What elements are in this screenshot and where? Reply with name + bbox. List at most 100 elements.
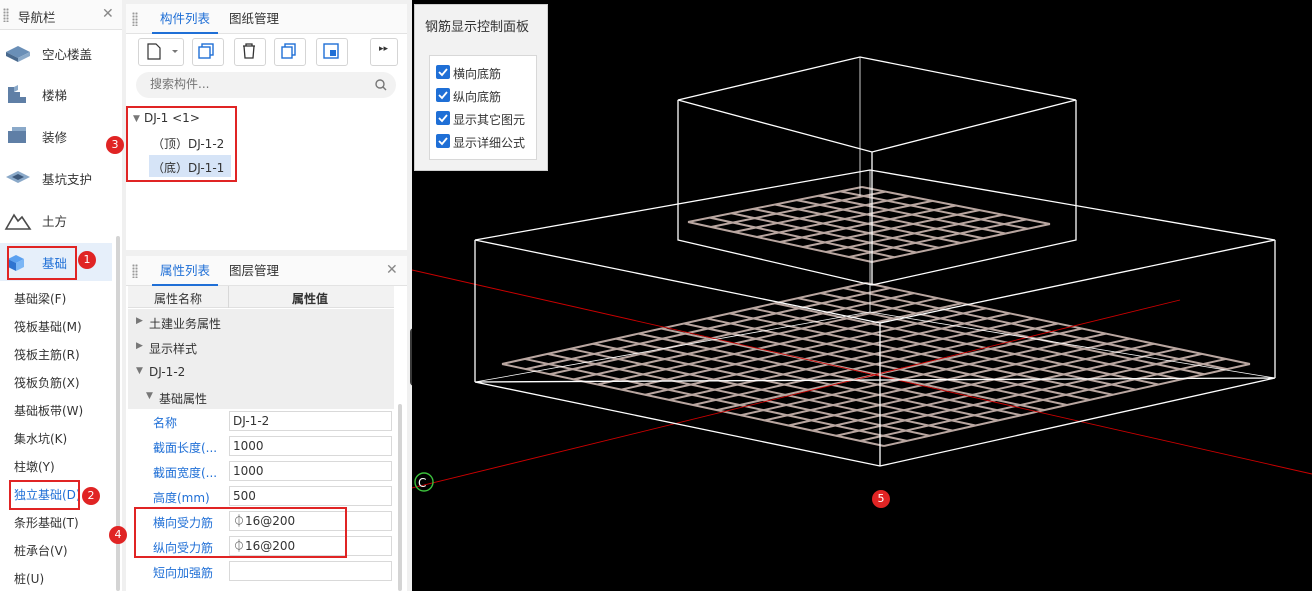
nav-item-label: 楼梯 [42, 88, 68, 103]
group-display-style[interactable]: ▶ 显示样式 [128, 334, 394, 359]
copy-floor-button[interactable] [274, 38, 306, 66]
rebar-bar [788, 342, 1155, 427]
property-name: 截面长度(... [153, 441, 218, 455]
rebar-bar [716, 327, 1083, 412]
rebar-panel-title: 钢筋显示控制面板 [425, 20, 530, 35]
hollow-slab-icon [6, 46, 30, 62]
new-component-button[interactable] [138, 38, 184, 66]
sub-item-foundation-beam[interactable]: 基础梁(F) [14, 290, 66, 307]
property-value-input[interactable]: 500 [229, 486, 392, 506]
column-header-name: 属性名称 [154, 292, 203, 306]
check-icon [438, 68, 448, 77]
chevron-down-icon: ▼ [136, 366, 143, 376]
tab-layer-management[interactable]: 图层管理 [221, 256, 287, 286]
sub-item-strip-foundation[interactable]: 条形基础(T) [14, 514, 79, 531]
copy-icon [198, 43, 214, 59]
group-civil-properties[interactable]: ▶ 土建业务属性 [128, 309, 394, 334]
group-label: 显示样式 [149, 342, 198, 356]
option-label: 横向底筋 [453, 67, 502, 81]
rebar-bar [692, 322, 1059, 406]
checkbox-show-other-elements[interactable] [436, 111, 450, 125]
sub-item-pile[interactable]: 桩(U) [14, 570, 44, 587]
nav-item-stairs[interactable]: 楼梯 [0, 75, 112, 113]
tab-drawing-management[interactable]: 图纸管理 [221, 4, 287, 34]
nav-item-label: 空心楼盖 [42, 47, 93, 62]
property-scrollbar[interactable] [398, 404, 402, 591]
rebar-bar [740, 332, 1107, 417]
table-row: 短向加强筋 [128, 559, 394, 584]
badge-2: 2 [82, 487, 100, 505]
sub-item-raft-main-rebar[interactable]: 筏板主筋(R) [14, 346, 80, 363]
check-icon [438, 114, 448, 123]
close-icon[interactable]: ✕ [102, 6, 114, 22]
option-label: 显示详细公式 [453, 136, 526, 150]
delete-button[interactable] [234, 38, 266, 66]
search-icon[interactable] [374, 78, 388, 92]
sub-item-raft-foundation[interactable]: 筏板基础(M) [14, 318, 82, 335]
property-name: 短向加强筋 [153, 566, 214, 580]
highlight-foundation [7, 246, 77, 280]
top-rebar-mesh [687, 186, 1051, 263]
nav-item-pit-support[interactable]: 基坑支护 [0, 159, 112, 197]
bottom-rebar-mesh [501, 282, 1251, 447]
nav-item-earthwork[interactable]: 土方 [0, 201, 112, 239]
extract-button[interactable] [316, 38, 348, 66]
sub-item-pile-cap[interactable]: 桩承台(V) [14, 542, 68, 559]
option-label: 显示其它图元 [453, 113, 526, 127]
new-file-icon [147, 43, 178, 60]
nav-item-decoration[interactable]: 装修 [0, 117, 112, 155]
copy-button[interactable] [192, 38, 224, 66]
rebar-bar [820, 292, 1205, 376]
badge-5: 5 [872, 490, 890, 508]
property-value-input[interactable]: DJ-1-2 [229, 411, 392, 431]
rebar-bar [836, 352, 1203, 437]
sub-item-foundation-strip[interactable]: 基础板带(W) [14, 402, 83, 419]
table-row: 名称 DJ-1-2 [128, 409, 394, 434]
nav-item-label: 土方 [42, 214, 68, 229]
drag-handle-icon[interactable] [3, 8, 9, 22]
highlight-rebar-properties [134, 507, 347, 558]
drag-handle-icon[interactable] [132, 12, 138, 26]
group-dj-1-2[interactable]: ▼ DJ-1-2 [128, 359, 394, 384]
group-foundation-properties[interactable]: ▼ 基础属性 [128, 384, 394, 409]
tab-component-list[interactable]: 构件列表 [152, 4, 219, 34]
checkbox-show-formula[interactable] [436, 134, 450, 148]
component-search [136, 72, 396, 98]
more-button[interactable]: ▸▸ [370, 38, 398, 66]
pit-support-icon [6, 171, 30, 183]
group-label: DJ-1-2 [149, 365, 186, 379]
highlight-isolated-footing [9, 480, 80, 510]
double-chevron-right-icon: ▸▸ [379, 44, 389, 54]
group-label: 土建业务属性 [149, 317, 222, 331]
drag-handle-icon[interactable] [132, 264, 138, 278]
property-value-input[interactable]: 1000 [229, 461, 392, 481]
rebar-bar [729, 312, 1113, 396]
check-icon [438, 137, 448, 146]
badge-3: 3 [106, 136, 124, 154]
rebar-bar [859, 357, 1227, 442]
checkbox-vertical-bottom[interactable] [436, 88, 450, 102]
close-icon[interactable]: ✕ [386, 262, 398, 278]
table-row: 截面长度(... 1000 [128, 434, 394, 459]
checkbox-horizontal-bottom[interactable] [436, 65, 450, 79]
property-value-input[interactable] [229, 561, 392, 581]
sub-item-sump-pit[interactable]: 集水坑(K) [14, 430, 67, 447]
nav-item-hollow-slab[interactable]: 空心楼盖 [0, 34, 112, 72]
svg-text:C: C [418, 476, 426, 490]
table-row: 截面宽度(... 1000 [128, 459, 394, 484]
column-divider [228, 286, 229, 308]
sub-item-raft-neg-rebar[interactable]: 筏板负筋(X) [14, 374, 80, 391]
decoration-icon [8, 127, 26, 143]
property-value-input[interactable]: 1000 [229, 436, 392, 456]
rebar-bar [774, 302, 1159, 386]
rebar-bar [797, 297, 1182, 381]
search-input[interactable] [148, 76, 372, 92]
layers-copy-icon [281, 43, 296, 59]
chevron-down-icon: ▼ [146, 391, 153, 401]
sub-item-column-pier[interactable]: 柱墩(Y) [14, 458, 55, 475]
tab-property-list[interactable]: 属性列表 [152, 256, 219, 286]
earthwork-icon [4, 213, 32, 230]
stairs-icon [8, 85, 26, 103]
chevron-right-icon: ▶ [136, 341, 143, 351]
property-panel-header: 属性列表 图层管理 ✕ [126, 256, 407, 286]
